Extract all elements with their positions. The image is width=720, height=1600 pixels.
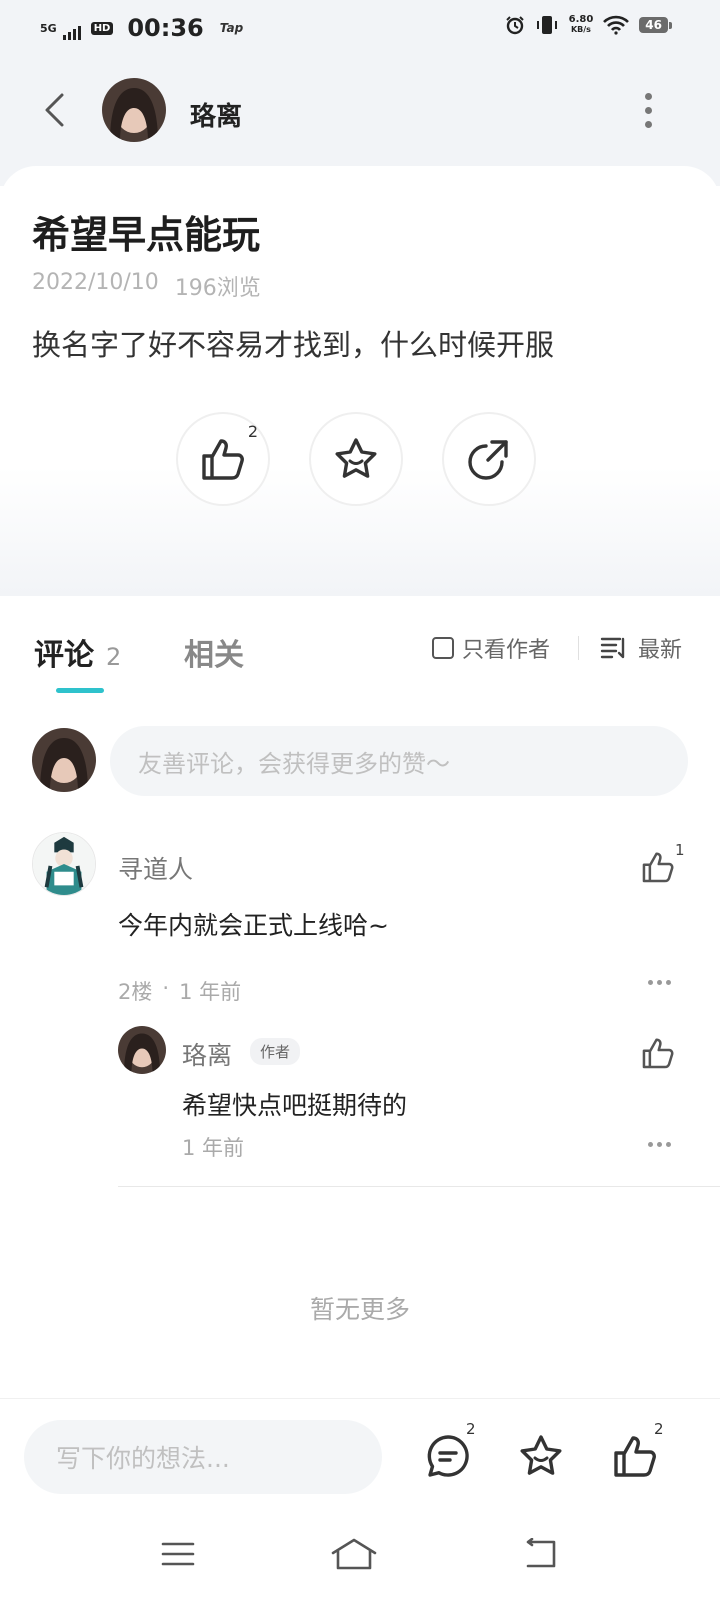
reply-user-name[interactable]: 珞离	[182, 1036, 232, 1072]
reply-avatar[interactable]	[118, 1026, 166, 1074]
meta-separator: ·	[162, 976, 170, 1000]
nav-menu-button[interactable]	[154, 1534, 202, 1574]
back-button[interactable]	[34, 88, 74, 132]
author-only-label: 只看作者	[462, 638, 551, 663]
bottom-like-count: 2	[654, 1420, 664, 1438]
sort-button[interactable]: 最新	[600, 632, 682, 664]
post-body: 换名字了好不容易才找到，什么时候开服	[32, 328, 555, 362]
comment-time: 1 年前	[179, 980, 242, 1004]
post-actions: 2	[176, 412, 546, 508]
write-comment-placeholder: 写下你的想法...	[56, 1444, 230, 1473]
sort-icon	[600, 637, 625, 659]
thumbs-up-icon	[202, 439, 244, 480]
comment-like-button[interactable]	[640, 850, 680, 886]
comment-text: 今年内就会正式上线哈~	[118, 911, 389, 940]
thread-divider	[118, 1186, 720, 1187]
battery-icon: 46	[639, 17, 672, 33]
network-type: 5G	[40, 21, 57, 35]
home-icon	[331, 1538, 377, 1570]
more-options-button[interactable]	[634, 90, 662, 130]
clock: 00:36	[127, 14, 204, 42]
post-date: 2022/10/10	[32, 270, 159, 295]
nav-back-button[interactable]	[516, 1534, 564, 1574]
share-icon	[468, 440, 508, 480]
signal-icon	[62, 24, 81, 40]
star-icon	[520, 1435, 562, 1475]
comment-floor: 2楼	[118, 980, 153, 1004]
back-arrow-icon	[526, 1538, 556, 1568]
author-name[interactable]: 珞离	[190, 96, 242, 133]
sort-label: 最新	[638, 638, 683, 663]
post-share-button[interactable]	[442, 412, 536, 506]
tab-comments-label: 评论	[34, 638, 94, 673]
author-only-checkbox[interactable]	[432, 637, 454, 659]
network-speed: 6.80 KB/s	[568, 14, 594, 35]
thumbs-up-icon	[614, 1436, 656, 1477]
wifi-icon	[603, 15, 630, 35]
thumbs-up-icon	[642, 852, 674, 883]
list-end-text: 暂无更多	[309, 1295, 410, 1324]
commenter-avatar[interactable]	[32, 832, 96, 896]
my-avatar	[32, 728, 96, 792]
reply-like-button[interactable]	[640, 1036, 680, 1072]
reply-text: 希望快点吧挺期待的	[182, 1091, 408, 1120]
comment-meta: 2楼 · 1 年前	[118, 976, 241, 1006]
chevron-left-icon	[45, 93, 64, 127]
comment-more-button[interactable]	[648, 980, 671, 985]
author-avatar[interactable]	[102, 78, 166, 142]
vibrate-icon	[536, 16, 557, 34]
post-favorite-button[interactable]	[309, 412, 403, 506]
alarm-icon	[505, 16, 524, 35]
post-like-button[interactable]: 2	[176, 412, 270, 506]
post-title: 希望早点能玩	[32, 213, 261, 257]
post-meta: 2022/10/10 196浏览	[32, 270, 261, 302]
bottom-comment-count: 2	[466, 1420, 476, 1438]
hd-icon: HD	[90, 21, 114, 35]
author-only-toggle[interactable]: 只看作者	[432, 632, 550, 664]
nav-home-button[interactable]	[330, 1534, 378, 1574]
post-like-count: 2	[247, 422, 258, 441]
comment-icon	[427, 1435, 469, 1477]
reply-time: 1 年前	[182, 1136, 245, 1160]
tab-related[interactable]: 相关	[184, 630, 244, 674]
tab-comments-count: 2	[106, 643, 122, 671]
tap-app-icon: Tap	[219, 21, 244, 35]
write-comment-input[interactable]: 写下你的想法...	[24, 1420, 382, 1494]
tab-comments[interactable]: 评论 2	[34, 630, 121, 674]
thumbs-up-icon	[642, 1038, 674, 1069]
commenter-name[interactable]: 寻道人	[118, 850, 193, 886]
reply-more-button[interactable]	[648, 1142, 671, 1147]
active-tab-indicator	[56, 688, 104, 693]
menu-icon	[161, 1542, 195, 1566]
comment-input-placeholder: 友善评论，会获得更多的赞～	[138, 749, 450, 778]
tab-divider	[578, 636, 579, 660]
comment-input[interactable]: 友善评论，会获得更多的赞～	[110, 726, 688, 796]
star-icon	[335, 438, 377, 478]
author-badge: 作者	[250, 1038, 301, 1065]
post-views: 196浏览	[174, 276, 261, 301]
status-bar: 5G HD 00:36 Tap 6.80 KB/s 46	[0, 0, 720, 56]
favorite-button[interactable]	[513, 1428, 569, 1484]
comment-like-count: 1	[675, 841, 685, 859]
